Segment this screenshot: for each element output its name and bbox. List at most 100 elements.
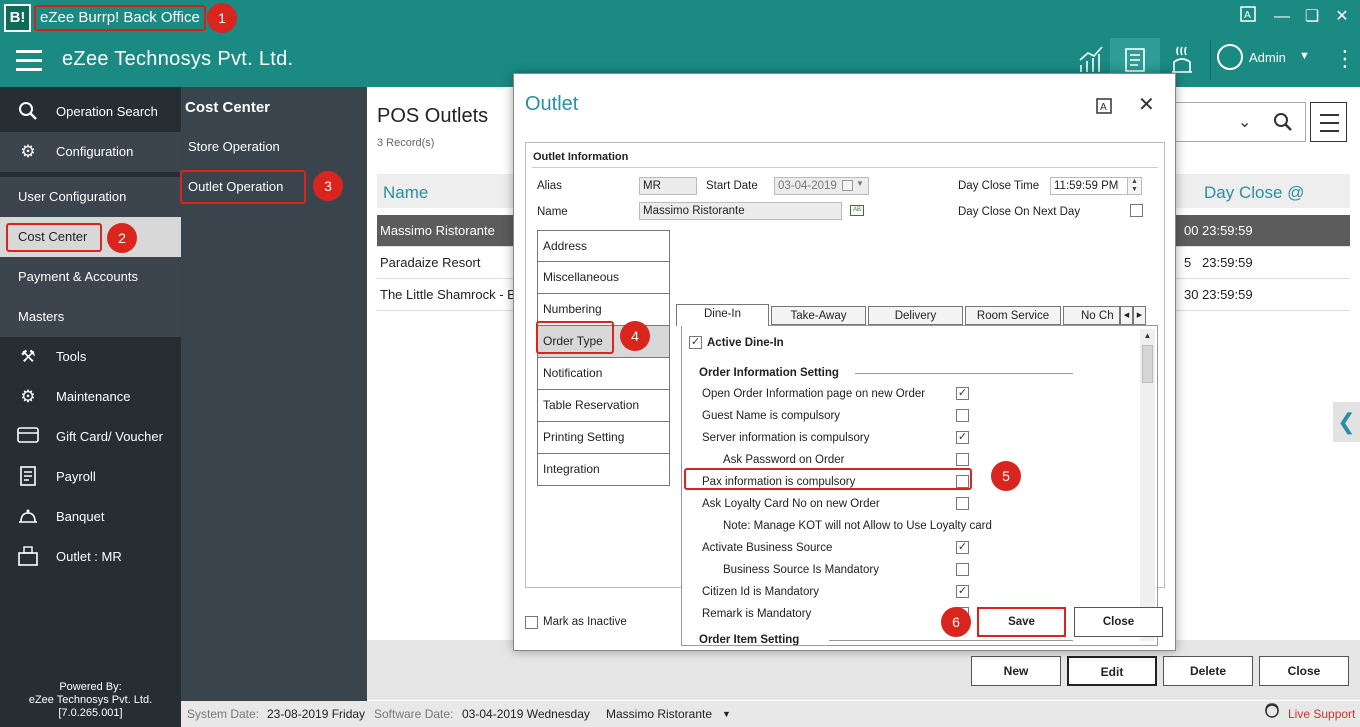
chevron-down-icon[interactable]: ▼ [1299, 50, 1310, 62]
order-item-title: Order Item Setting [699, 634, 800, 645]
main-close-button[interactable]: Close [1259, 656, 1349, 686]
name-field[interactable]: Massimo Ristorante [639, 202, 842, 220]
live-support-icon[interactable] [1263, 701, 1281, 727]
vtab-address[interactable]: Address [537, 230, 670, 262]
sidebar: Operation Search ⚙ Configuration User Co… [0, 87, 181, 727]
vtab-integration[interactable]: Integration [537, 454, 670, 486]
tab-take-away[interactable]: Take-Away [771, 306, 866, 325]
window-close-icon[interactable]: ✕ [1331, 6, 1353, 28]
annotation-highlight-save [977, 607, 1066, 637]
hamburger-menu-icon[interactable] [16, 50, 42, 72]
payroll-icon [16, 466, 40, 488]
search-icon[interactable] [1273, 112, 1293, 135]
restore-icon[interactable]: ❏ [1301, 6, 1323, 28]
system-date: 23-08-2019 Friday [267, 707, 366, 721]
outlet-dialog: Outlet A ✕ Outlet Information Alias MR S… [513, 73, 1176, 651]
column-header-day-close[interactable]: Day Close @ [1204, 183, 1304, 203]
banquet-icon [16, 506, 40, 528]
page-title: POS Outlets [377, 105, 489, 127]
option-checkbox[interactable]: ✓ [956, 387, 969, 400]
section-divider [532, 167, 1158, 168]
chevron-down-icon[interactable]: ⌄ [1238, 112, 1251, 132]
delete-button[interactable]: Delete [1163, 656, 1253, 686]
vtab-printing-setting[interactable]: Printing Setting [537, 422, 670, 454]
sidebar-item-outlet[interactable]: Outlet : MR [0, 537, 181, 577]
dialog-close-icon[interactable]: ✕ [1138, 92, 1155, 117]
option-checkbox[interactable] [956, 563, 969, 576]
calendar-icon[interactable] [842, 180, 853, 191]
edit-button[interactable]: Edit [1067, 656, 1157, 686]
sidebar-item-user-configuration[interactable]: User Configuration [0, 177, 181, 217]
start-date-field[interactable]: 03-04-2019 [774, 177, 869, 195]
chevron-down-icon[interactable]: ▼ [856, 179, 864, 188]
svg-text:A: A [1100, 102, 1107, 113]
cost-center-title: Cost Center [185, 99, 271, 116]
outlet-info-panel: Outlet Information Alias MR Start Date 0… [525, 142, 1165, 646]
live-support-link[interactable]: Live Support [1288, 701, 1355, 727]
user-avatar-icon[interactable] [1217, 44, 1243, 70]
scroll-up-icon[interactable]: ▲ [1140, 331, 1155, 340]
vtab-miscellaneous[interactable]: Miscellaneous [537, 262, 670, 294]
option-checkbox[interactable] [956, 453, 969, 466]
mark-inactive-checkbox[interactable] [525, 616, 538, 629]
annotation-marker-3: 3 [313, 171, 343, 201]
sidebar-item-payment-accounts[interactable]: Payment & Accounts [0, 257, 181, 297]
alias-label: Alias [537, 180, 562, 192]
sidebar-item-label: Outlet : MR [56, 549, 122, 564]
translate-icon[interactable]: A [1237, 6, 1259, 28]
alias-field[interactable]: MR [639, 177, 697, 195]
row-name: Massimo Ristorante [380, 223, 495, 238]
minimize-icon[interactable]: — [1271, 6, 1293, 28]
outlet-selector[interactable]: Massimo Ristorante [606, 701, 712, 727]
admin-label[interactable]: Admin [1249, 50, 1286, 65]
dialog-close-button[interactable]: Close [1074, 607, 1163, 637]
tab-delivery[interactable]: Delivery [868, 306, 963, 325]
day-close-next-day-checkbox[interactable] [1130, 204, 1143, 217]
new-button[interactable]: New [971, 656, 1061, 686]
vtab-table-reservation[interactable]: Table Reservation [537, 390, 670, 422]
list-view-icon[interactable] [1310, 102, 1347, 142]
time-spinner-icon[interactable]: ▲ ▼ [1127, 177, 1142, 195]
vtab-notification[interactable]: Notification [537, 358, 670, 390]
row-fragment: 00 [1184, 223, 1199, 238]
sidebar-item-label: Maintenance [56, 389, 131, 404]
tab-room-service[interactable]: Room Service [965, 306, 1061, 325]
search-box[interactable]: ⌄ [1173, 102, 1306, 142]
row-day-close: 23:59:59 [1202, 255, 1253, 270]
tab-no-charge[interactable]: No Ch [1063, 306, 1120, 325]
tab-dine-in[interactable]: Dine-In [676, 304, 769, 326]
option-label: Citizen Id is Mandatory [702, 586, 819, 598]
sidebar-item-payroll[interactable]: Payroll [0, 457, 181, 497]
translate-icon[interactable]: A [1096, 98, 1112, 114]
chevron-down-icon[interactable]: ▼ [722, 701, 731, 727]
day-close-time-label: Day Close Time [958, 180, 1040, 192]
tab-scroll-right-icon[interactable]: ▶ [1133, 306, 1146, 325]
active-dine-in-checkbox[interactable]: ✓ [689, 336, 702, 349]
sidebar-item-masters[interactable]: Masters [0, 297, 181, 337]
option-checkbox[interactable]: ✓ [956, 431, 969, 444]
activate-business-source-checkbox[interactable]: ✓ [956, 541, 969, 554]
annotation-marker-1: 1 [207, 3, 237, 33]
language-edit-icon[interactable]: AB [850, 205, 864, 216]
group-divider [829, 640, 1073, 641]
sidebar-item-configuration[interactable]: ⚙ Configuration [0, 132, 181, 172]
sidebar-item-maintenance[interactable]: ⚙ Maintenance [0, 377, 181, 417]
scrollbar-thumb[interactable] [1142, 345, 1153, 383]
tab-scroll-left-icon[interactable]: ◀ [1120, 306, 1133, 325]
sidebar-item-tools[interactable]: ⚒ Tools [0, 337, 181, 377]
sidebar-item-label: Payroll [56, 469, 96, 484]
option-checkbox[interactable] [956, 497, 969, 510]
subnav-item-store-operation[interactable]: Store Operation [181, 127, 367, 167]
row-day-close: 23:59:59 [1202, 223, 1253, 238]
sidebar-item-banquet[interactable]: Banquet [0, 497, 181, 537]
more-options-icon[interactable]: ⋮ [1334, 48, 1356, 70]
option-checkbox[interactable] [956, 409, 969, 422]
sidebar-item-operation-search[interactable]: Operation Search [0, 92, 181, 132]
row-fragment: 30 [1184, 287, 1199, 302]
chevron-left-icon[interactable]: ❮ [1333, 402, 1360, 442]
column-header-name[interactable]: Name [383, 183, 428, 203]
sidebar-item-gift-card[interactable]: Gift Card/ Voucher [0, 417, 181, 457]
option-checkbox[interactable]: ✓ [956, 585, 969, 598]
options-scrollbar[interactable]: ▲ ▼ [1140, 329, 1155, 641]
annotation-highlight-outlet-operation [180, 170, 306, 204]
